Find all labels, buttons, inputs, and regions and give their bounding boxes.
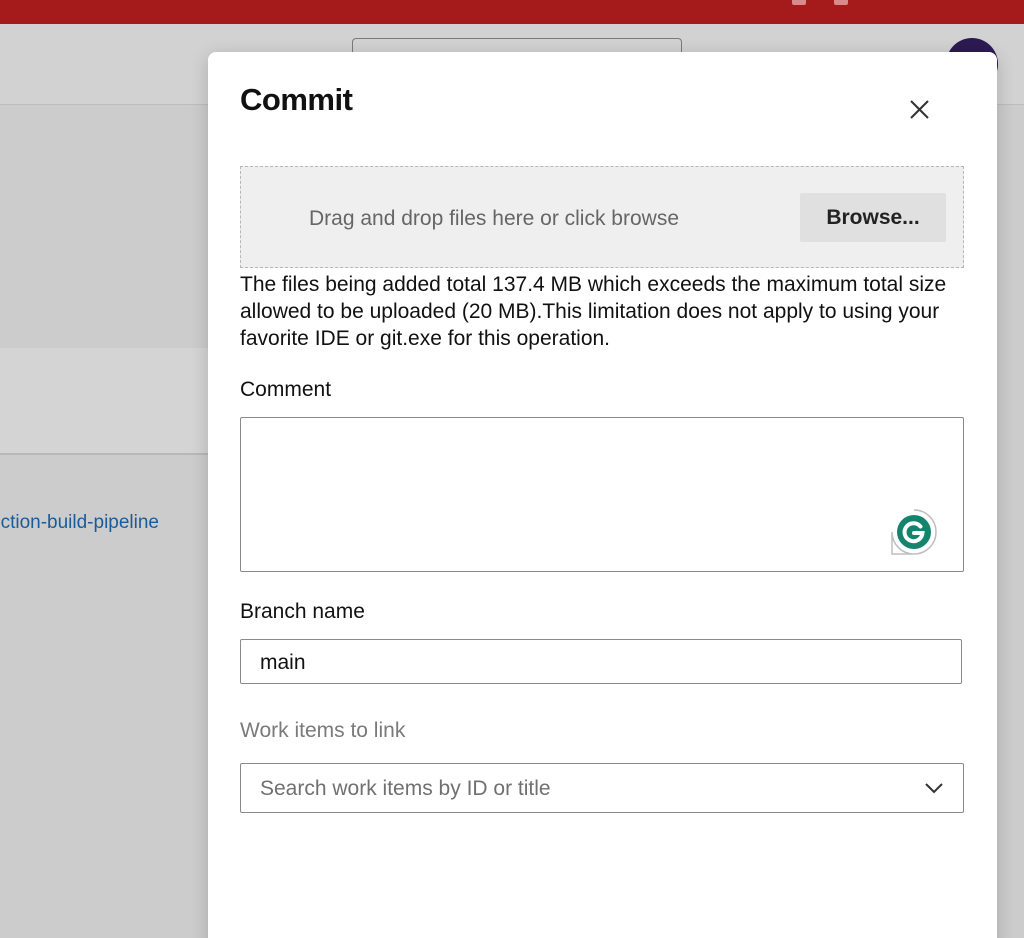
branch-name-input[interactable]: main: [240, 639, 962, 684]
branch-name-label: Branch name: [240, 600, 365, 623]
close-icon: [910, 100, 929, 119]
comment-textarea[interactable]: [240, 417, 964, 572]
pipeline-link[interactable]: nction-build-pipeline: [0, 512, 212, 534]
top-bar: [0, 0, 1024, 24]
grammarly-icon[interactable]: [889, 507, 939, 557]
dropzone-text: Drag and drop files here or click browse: [309, 207, 680, 230]
work-items-dropdown[interactable]: Search work items by ID or title: [240, 763, 964, 813]
close-button[interactable]: [904, 94, 936, 126]
toolbar-icon[interactable]: [834, 0, 848, 5]
work-items-placeholder: Search work items by ID or title: [260, 777, 551, 800]
file-dropzone[interactable]: Drag and drop files here or click browse…: [240, 166, 964, 268]
branch-name-value: main: [260, 651, 306, 674]
size-warning-message: The files being added total 137.4 MB whi…: [240, 273, 947, 350]
browse-button[interactable]: Browse...: [800, 193, 946, 242]
chevron-down-icon: [925, 783, 943, 794]
dialog-title: Commit: [240, 82, 353, 117]
comment-label: Comment: [240, 378, 332, 401]
commit-dialog: Commit Drag and drop files here or click…: [208, 52, 997, 938]
work-items-label: Work items to link: [240, 719, 406, 742]
toolbar-icon[interactable]: [792, 0, 806, 5]
